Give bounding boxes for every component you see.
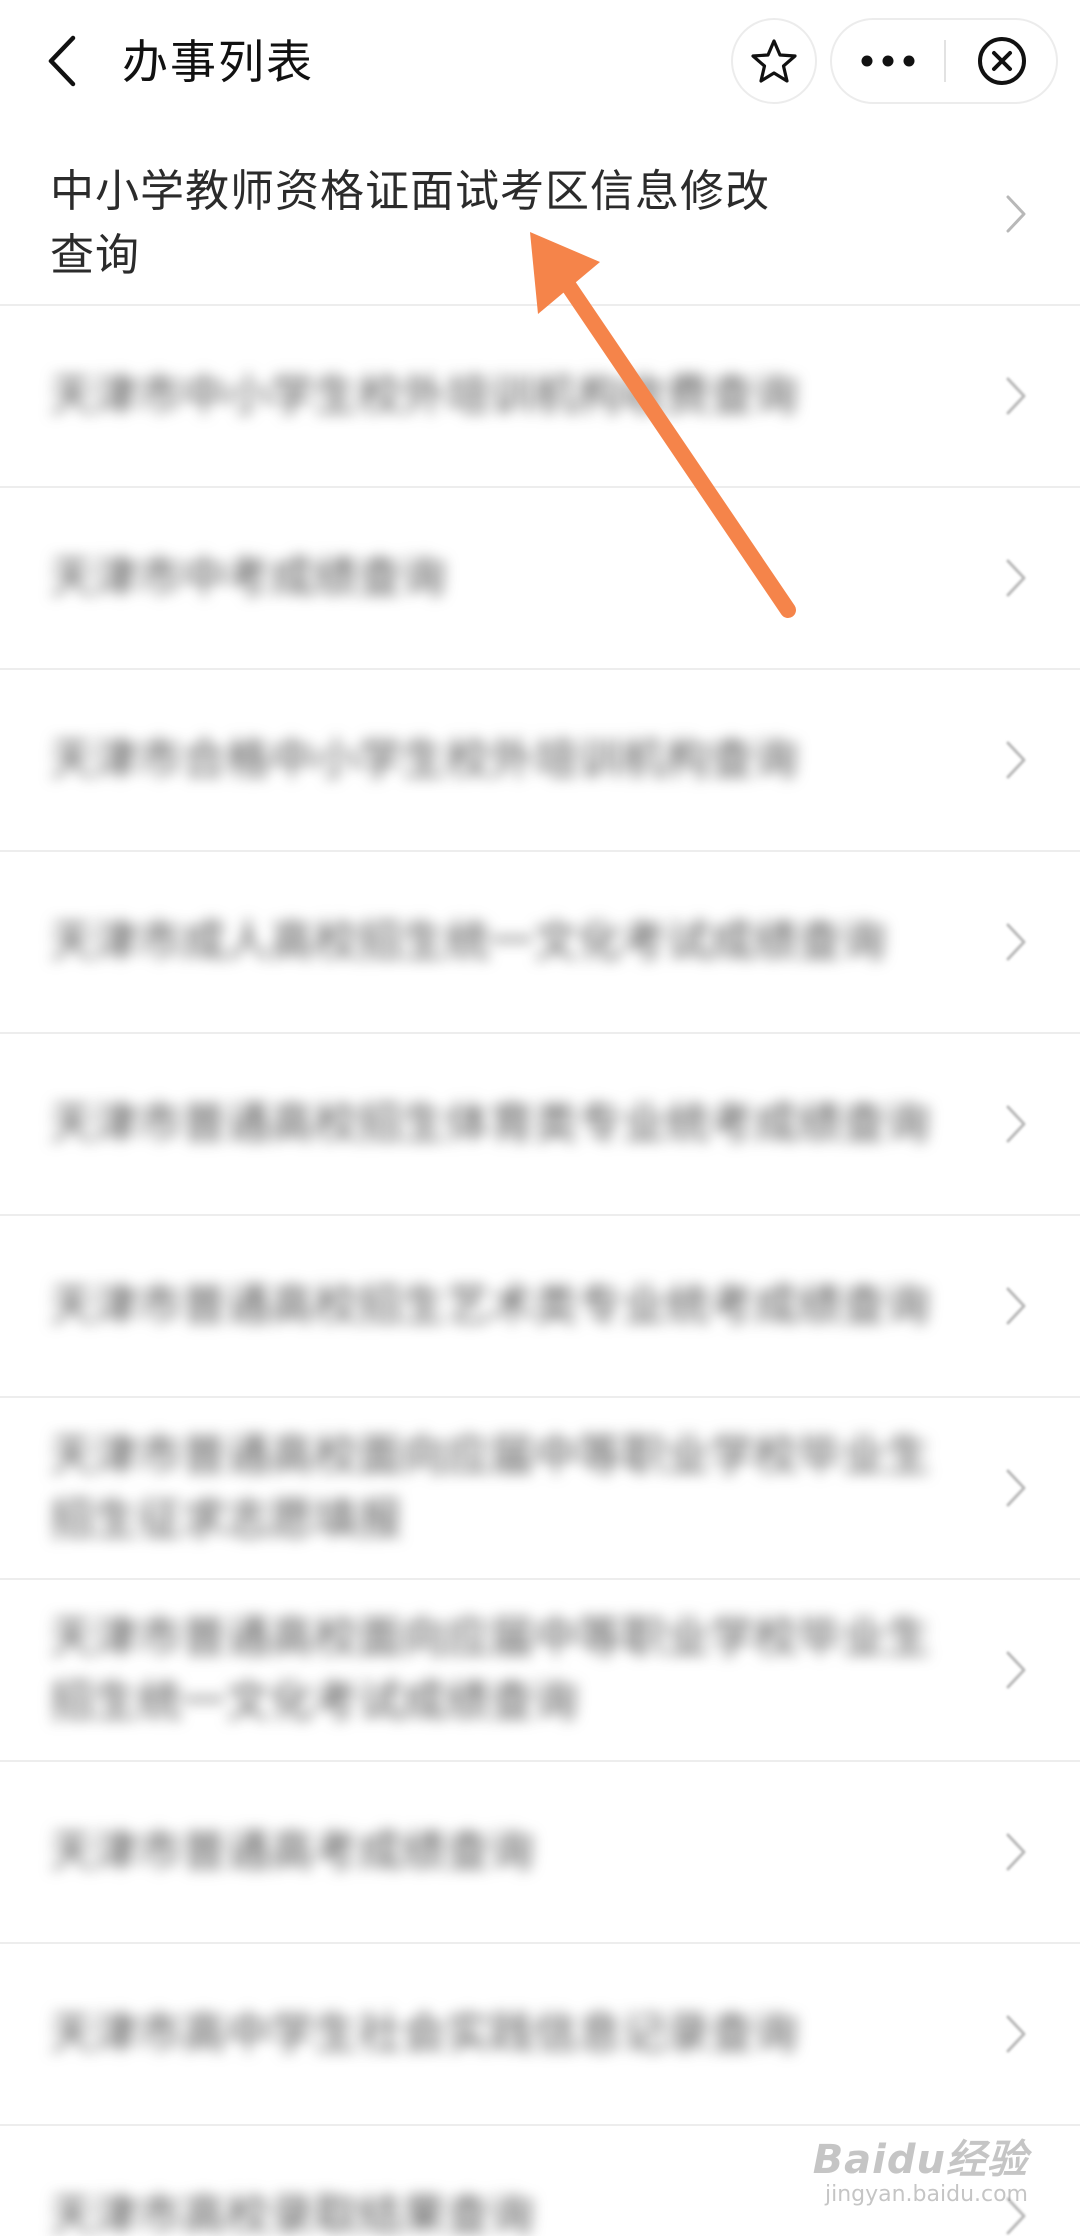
list-item[interactable]: 中小学教师资格证面试考区信息修改查询 — [0, 124, 1080, 306]
mini-program-capsule — [830, 18, 1058, 104]
chevron-right-icon — [1006, 923, 1026, 961]
list-item[interactable]: 天津市普通高校招生体育类专业统考成绩查询 — [0, 1034, 1080, 1216]
chevron-left-icon — [48, 35, 76, 87]
back-button[interactable] — [34, 26, 90, 96]
list-item-label: 天津市高中学生社会实践信息记录查询 — [50, 2008, 798, 2059]
close-circle-icon — [978, 37, 1026, 85]
list-item[interactable]: 天津市普通高考成绩查询 — [0, 1762, 1080, 1944]
star-icon — [751, 39, 797, 83]
watermark: Baidu经验 jingyan.baidu.com — [813, 2138, 1028, 2208]
more-button[interactable] — [832, 20, 944, 102]
chevron-right-icon — [1006, 559, 1026, 597]
list-item[interactable]: 天津市中小学生校外培训机构收费查询 — [0, 306, 1080, 488]
list-item-label: 天津市普通高校招生艺术类专业统考成绩查询 — [50, 1280, 930, 1331]
watermark-brand: Baidu经验 — [812, 2137, 1028, 2183]
capsule-divider — [944, 40, 946, 82]
list-item-label: 天津市普通高校面向应届中等职业学校毕业生招生统一文化考试成绩查询 — [50, 1612, 930, 1727]
chevron-right-icon — [1006, 1833, 1026, 1871]
page: 办事列表 中小学教师资格证面试考区信息修改查询 天津市中小学生校外培训机构收费查… — [0, 0, 1080, 2236]
list-item[interactable]: 天津市合格中小学生校外培训机构查询 — [0, 670, 1080, 852]
list-item-label: 天津市中小学生校外培训机构收费查询 — [50, 370, 798, 421]
navigation-bar: 办事列表 — [0, 0, 1080, 124]
list-item-label: 天津市普通高考成绩查询 — [50, 1826, 534, 1877]
favorite-button[interactable] — [731, 18, 817, 104]
list-item[interactable]: 天津市普通高校招生艺术类专业统考成绩查询 — [0, 1216, 1080, 1398]
list-item-label: 天津市成人高校招生统一文化考试成绩查询 — [50, 916, 886, 967]
list-item[interactable]: 天津市成人高校招生统一文化考试成绩查询 — [0, 852, 1080, 1034]
list-item[interactable]: 天津市普通高校面向应届中等职业学校毕业生招生统一文化考试成绩查询 — [0, 1580, 1080, 1762]
chevron-right-icon — [1006, 1287, 1026, 1325]
chevron-right-icon — [1006, 195, 1026, 233]
list-item[interactable]: 天津市高中学生社会实践信息记录查询 — [0, 1944, 1080, 2126]
service-list: 中小学教师资格证面试考区信息修改查询天津市中小学生校外培训机构收费查询 天津市中考… — [0, 124, 1080, 2236]
chevron-right-icon — [1006, 1105, 1026, 1143]
list-item[interactable]: 天津市中考成绩查询 — [0, 488, 1080, 670]
list-item-label: 天津市普通高校招生体育类专业统考成绩查询 — [50, 1098, 930, 1149]
chevron-right-icon — [1006, 377, 1026, 415]
list-item-label: 天津市中考成绩查询 — [50, 552, 446, 603]
chevron-right-icon — [1006, 2015, 1026, 2053]
chevron-right-icon — [1006, 1651, 1026, 1689]
close-button[interactable] — [948, 20, 1056, 102]
list-item[interactable]: 天津市普通高校面向应届中等职业学校毕业生招生征求志愿填报 — [0, 1398, 1080, 1580]
chevron-right-icon — [1006, 1469, 1026, 1507]
list-item-label: 天津市合格中小学生校外培训机构查询 — [50, 734, 798, 785]
list-item-label: 天津市普通高校面向应届中等职业学校毕业生招生征求志愿填报 — [50, 1430, 930, 1545]
more-dots-icon — [861, 55, 915, 67]
chevron-right-icon — [1006, 741, 1026, 779]
list-item-label: 中小学教师资格证面试考区信息修改查询 — [50, 166, 770, 281]
page-title: 办事列表 — [122, 35, 314, 89]
watermark-url: jingyan.baidu.com — [824, 2182, 1028, 2207]
